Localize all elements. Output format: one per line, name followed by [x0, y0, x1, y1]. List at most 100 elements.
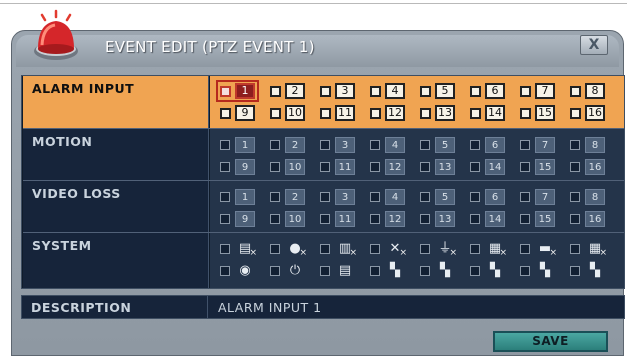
checkbox[interactable]	[520, 244, 530, 254]
motion-channel-15[interactable]: 15	[520, 159, 558, 176]
checkbox[interactable]	[420, 192, 430, 202]
checkbox[interactable]	[570, 162, 580, 172]
save-button[interactable]: SAVE	[493, 331, 608, 352]
checkbox[interactable]	[520, 140, 530, 150]
checkbox[interactable]	[470, 140, 480, 150]
checkbox[interactable]	[520, 86, 531, 97]
alarm-input-channel-3[interactable]: 3	[320, 83, 358, 100]
checkbox[interactable]	[420, 214, 430, 224]
alarm-input-channel-10[interactable]: 10	[270, 105, 308, 122]
checkbox[interactable]	[420, 266, 430, 276]
checkbox[interactable]	[520, 214, 530, 224]
close-button[interactable]: X	[580, 35, 608, 55]
checkbox[interactable]	[220, 266, 230, 276]
checkbox[interactable]	[220, 140, 230, 150]
checkbox[interactable]	[470, 108, 481, 119]
video-loss-channel-3[interactable]: 3	[320, 189, 358, 206]
motion-channel-12[interactable]: 12	[370, 159, 408, 176]
checkbox[interactable]	[420, 244, 430, 254]
checkbox[interactable]	[570, 214, 580, 224]
video-loss-channel-6[interactable]: 6	[470, 189, 508, 206]
checkbox[interactable]	[320, 244, 330, 254]
checkbox[interactable]	[420, 140, 430, 150]
video-loss-channel-1[interactable]: 1	[220, 189, 258, 206]
motion-channel-1[interactable]: 1	[220, 137, 258, 154]
checkbox[interactable]	[570, 86, 581, 97]
checkbox[interactable]	[220, 244, 230, 254]
system-channel-4[interactable]: ✕	[370, 241, 408, 261]
checkbox[interactable]	[570, 244, 580, 254]
motion-channel-9[interactable]: 9	[220, 159, 258, 176]
video-loss-channel-16[interactable]: 16	[570, 211, 608, 228]
checkbox[interactable]	[570, 192, 580, 202]
checkbox[interactable]	[270, 214, 280, 224]
alarm-input-channel-15[interactable]: 15	[520, 105, 558, 122]
motion-channel-7[interactable]: 7	[520, 137, 558, 154]
checkbox[interactable]	[220, 192, 230, 202]
alarm-input-channel-13[interactable]: 13	[420, 105, 458, 122]
system-channel-11[interactable]: ▤	[320, 263, 358, 280]
checkbox[interactable]	[270, 162, 280, 172]
video-loss-channel-13[interactable]: 13	[420, 211, 458, 228]
system-channel-9[interactable]: ◉	[220, 263, 258, 280]
motion-channel-10[interactable]: 10	[270, 159, 308, 176]
description-value[interactable]: ALARM INPUT 1	[218, 300, 322, 315]
alarm-input-channel-2[interactable]: 2	[270, 83, 308, 100]
system-channel-5[interactable]: ⏚	[420, 241, 458, 261]
checkbox[interactable]	[570, 108, 581, 119]
checkbox[interactable]	[470, 86, 481, 97]
system-channel-8[interactable]: ▦	[570, 241, 608, 261]
video-loss-channel-10[interactable]: 10	[270, 211, 308, 228]
checkbox[interactable]	[370, 162, 380, 172]
alarm-input-channel-14[interactable]: 14	[470, 105, 508, 122]
video-loss-channel-15[interactable]: 15	[520, 211, 558, 228]
checkbox[interactable]	[320, 140, 330, 150]
checkbox[interactable]	[470, 192, 480, 202]
alarm-input-channel-5[interactable]: 5	[420, 83, 458, 100]
alarm-input-channel-16[interactable]: 16	[570, 105, 608, 122]
checkbox[interactable]	[370, 108, 381, 119]
checkbox[interactable]	[320, 86, 331, 97]
system-channel-1[interactable]: ▤	[220, 241, 258, 261]
checkbox[interactable]	[420, 162, 430, 172]
checkbox[interactable]	[470, 214, 480, 224]
checkbox[interactable]	[420, 108, 431, 119]
alarm-input-channel-7[interactable]: 7	[520, 83, 558, 100]
motion-channel-5[interactable]: 5	[420, 137, 458, 154]
checkbox[interactable]	[320, 108, 331, 119]
checkbox[interactable]	[520, 192, 530, 202]
motion-channel-16[interactable]: 16	[570, 159, 608, 176]
alarm-input-channel-11[interactable]: 11	[320, 105, 358, 122]
checkbox[interactable]	[470, 162, 480, 172]
checkbox[interactable]	[570, 266, 580, 276]
alarm-input-channel-1[interactable]: 1	[216, 80, 259, 102]
video-loss-channel-9[interactable]: 9	[220, 211, 258, 228]
system-channel-16[interactable]: ▚	[570, 263, 608, 280]
alarm-input-channel-12[interactable]: 12	[370, 105, 408, 122]
motion-channel-11[interactable]: 11	[320, 159, 358, 176]
alarm-input-channel-8[interactable]: 8	[570, 83, 608, 100]
system-channel-6[interactable]: ▦	[470, 241, 508, 261]
checkbox[interactable]	[520, 266, 530, 276]
checkbox[interactable]	[370, 244, 380, 254]
checkbox[interactable]	[320, 192, 330, 202]
video-loss-channel-5[interactable]: 5	[420, 189, 458, 206]
alarm-input-channel-4[interactable]: 4	[370, 83, 408, 100]
system-channel-2[interactable]: ●	[270, 241, 308, 261]
checkbox[interactable]	[270, 108, 281, 119]
motion-channel-6[interactable]: 6	[470, 137, 508, 154]
checkbox[interactable]	[220, 108, 231, 119]
checkbox[interactable]	[220, 214, 230, 224]
checkbox[interactable]	[370, 140, 380, 150]
checkbox[interactable]	[220, 162, 230, 172]
video-loss-channel-14[interactable]: 14	[470, 211, 508, 228]
checkbox[interactable]	[320, 266, 330, 276]
checkbox[interactable]	[470, 266, 480, 276]
system-channel-3[interactable]: ▥	[320, 241, 358, 261]
video-loss-channel-2[interactable]: 2	[270, 189, 308, 206]
checkbox[interactable]	[470, 244, 480, 254]
video-loss-channel-7[interactable]: 7	[520, 189, 558, 206]
checkbox[interactable]	[370, 192, 380, 202]
checkbox[interactable]	[270, 192, 280, 202]
checkbox[interactable]	[370, 266, 380, 276]
